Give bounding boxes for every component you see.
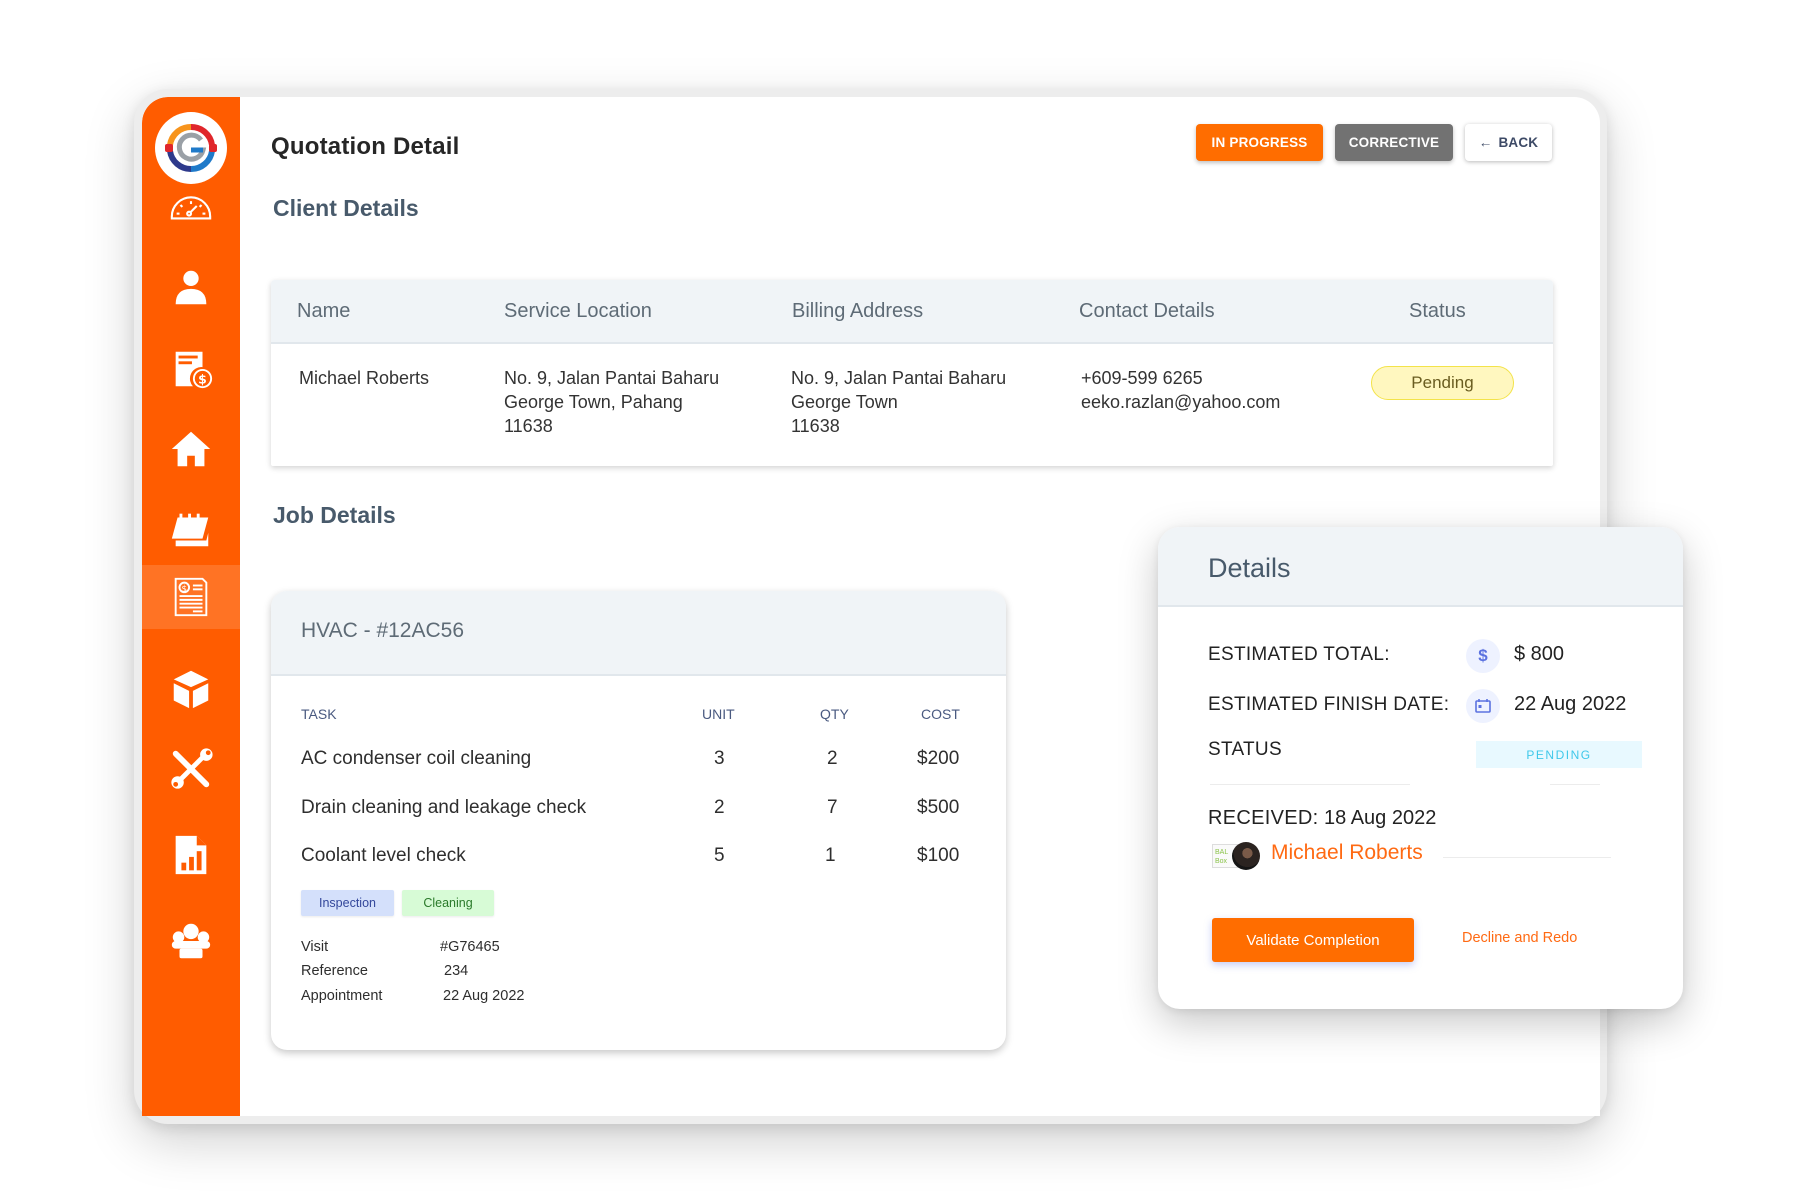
back-label: BACK [1498,135,1539,150]
appointment-label: Appointment [301,988,383,1004]
job-card: HVAC - #12AC56 TASK UNIT QTY COST AC con… [271,591,1006,1050]
tag-inspection: Inspection [301,890,394,916]
status-badge: Pending [1371,366,1514,400]
home-icon [171,431,211,467]
svg-text:$: $ [182,584,187,594]
speedometer-icon [170,196,212,220]
arrow-left-icon: ← [1478,135,1493,150]
divider [1210,784,1410,785]
task-row: Coolant level check 5 1 $100 [271,845,1006,875]
quotation-document-icon: $ [174,577,208,617]
task-qty: 1 [825,845,836,866]
column-header-service-location: Service Location [504,300,652,322]
estimated-finish-date-label: ESTIMATED FINISH DATE: [1208,694,1450,715]
status-label: STATUS [1208,739,1282,760]
sidebar-item-inventory[interactable] [142,657,240,721]
column-header-status: Status [1409,300,1466,322]
task-row: Drain cleaning and leakage check 2 7 $50… [271,797,1006,827]
received-value: 18 Aug 2022 [1324,807,1437,829]
visit-label: Visit [301,939,329,955]
sidebar-item-schedule[interactable] [142,497,240,561]
column-header-name: Name [297,300,351,322]
column-header-task: TASK [301,706,337,722]
details-title: Details [1208,553,1291,583]
column-header-billing-address: Billing Address [792,300,924,322]
team-icon [171,923,211,959]
divider [1550,784,1600,785]
invoice-dollar-icon: $ [175,351,213,389]
visit-value: #G76465 [440,939,500,955]
sidebar-item-dashboard[interactable] [142,173,240,237]
svg-text:$: $ [198,371,207,386]
tag-cleaning: Cleaning [402,890,494,916]
sidebar-item-billing[interactable]: $ [142,337,240,401]
dollar-icon: $ [1466,639,1500,673]
column-header-cost: COST [921,706,960,722]
task-qty: 7 [827,797,838,818]
validate-completion-button[interactable]: Validate Completion [1212,918,1414,962]
column-header-qty: QTY [820,706,849,722]
client-details-table: Name Service Location Billing Address Co… [271,280,1553,466]
tools-icon [171,748,213,789]
sidebar-item-customers[interactable] [142,255,240,319]
client-details-title: Client Details [273,195,419,221]
calendar-icon [1466,689,1500,723]
column-header-unit: UNIT [702,706,735,722]
task-row: AC condenser coil cleaning 3 2 $200 [271,748,1006,778]
decline-and-redo-link[interactable]: Decline and Redo [1462,930,1577,946]
sidebar-item-services[interactable] [142,737,240,801]
table-header: Name Service Location Billing Address Co… [271,280,1553,344]
contact-details: +609-599 6265 eeko.razlan@yahoo.com [1081,368,1281,412]
task-name: Coolant level check [301,845,466,866]
task-qty: 2 [827,748,838,769]
task-unit: 3 [714,748,725,769]
report-chart-icon [175,835,207,875]
in-progress-button[interactable]: IN PROGRESS [1196,124,1323,161]
column-header-contact-details: Contact Details [1079,300,1215,322]
estimated-total-label: ESTIMATED TOTAL: [1208,644,1390,665]
user-icon [175,270,207,305]
logo-icon [165,123,217,173]
divider [1443,857,1611,858]
status-badge: PENDING [1476,741,1642,768]
task-name: AC condenser coil cleaning [301,748,532,769]
task-cost: $200 [917,748,960,769]
calendar-icon [171,513,209,547]
service-location: No. 9, Jalan Pantai Baharu George Town, … [504,368,720,436]
back-button[interactable]: ← BACK [1465,124,1552,161]
task-cost: $500 [917,797,960,818]
sidebar-item-properties[interactable] [142,417,240,481]
job-details-title: Job Details [273,502,396,528]
user-photo [1232,842,1260,870]
task-unit: 5 [714,845,725,866]
estimated-finish-date-value: 22 Aug 2022 [1514,693,1627,715]
page-title: Quotation Detail [271,133,460,160]
received-label: RECEIVED: [1208,807,1319,829]
details-card: Details ESTIMATED TOTAL: $ $ 800 ESTIMAT… [1158,527,1683,1009]
sidebar-item-team[interactable] [142,909,240,973]
avatar: BAL Box [1212,842,1268,870]
task-name: Drain cleaning and leakage check [301,797,587,818]
reference-label: Reference [301,963,368,979]
corrective-button[interactable]: CORRECTIVE [1335,124,1453,161]
job-title: HVAC - #12AC56 [301,619,465,642]
details-card-header: Details [1158,527,1683,607]
box-icon [173,670,209,709]
assignee-name[interactable]: Michael Roberts [1271,841,1423,865]
task-cost: $100 [917,845,960,866]
sidebar-item-reports[interactable] [142,823,240,887]
client-name: Michael Roberts [299,368,430,388]
reference-value: 234 [444,963,469,979]
task-unit: 2 [714,797,725,818]
billing-address: No. 9, Jalan Pantai Baharu George Town 1… [791,368,1007,436]
sidebar-item-quotations[interactable]: $ [142,565,240,629]
sidebar: $ $ [142,97,240,1116]
appointment-value: 22 Aug 2022 [443,988,525,1004]
estimated-total-value: $ 800 [1514,643,1565,665]
job-card-header: HVAC - #12AC56 [271,591,1006,676]
